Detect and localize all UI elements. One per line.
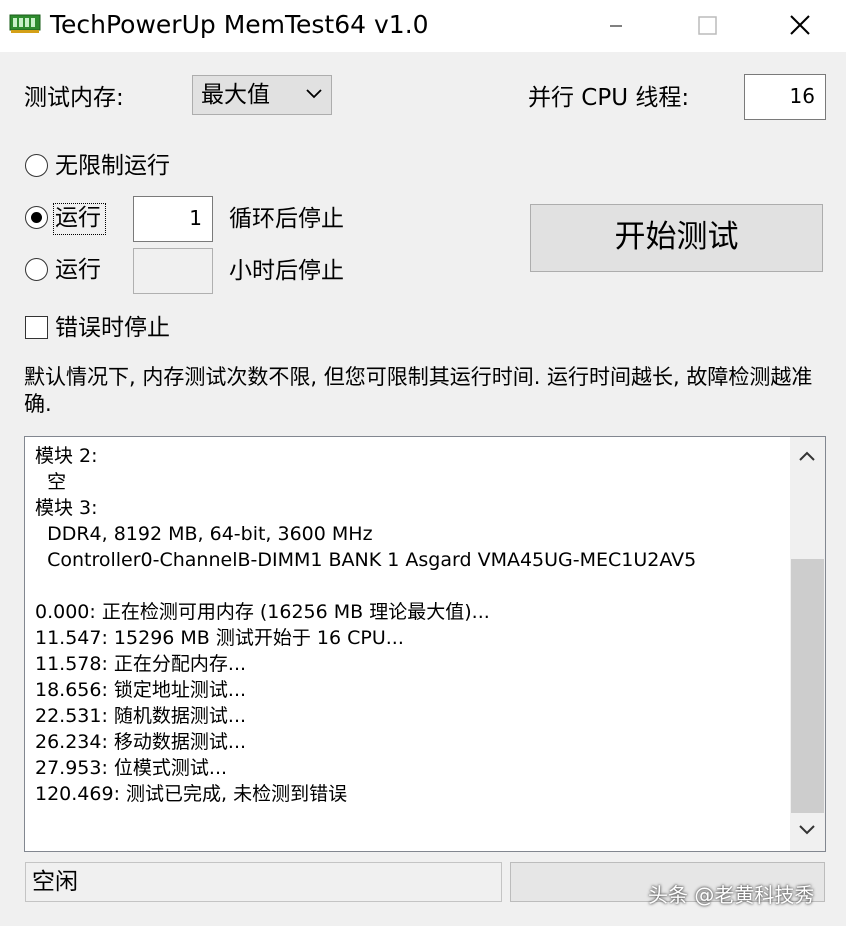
watermark: 头条 @老黄科技秀 (648, 883, 815, 907)
status-field: 空闲 (25, 862, 502, 902)
cpu-threads-input[interactable]: 16 (744, 74, 826, 120)
close-button[interactable] (754, 0, 846, 52)
description-text: 默认情况下, 内存测试次数不限, 但您可限制其运行时间. 运行时间越长, 故障检… (24, 365, 813, 416)
log-lines: 模块 2: 空模块 3: DDR4, 8192 MB, 64-bit, 3600… (35, 443, 785, 807)
run-hours-radio[interactable] (25, 258, 48, 281)
chevron-down-icon (799, 825, 815, 835)
vertical-scrollbar[interactable] (790, 437, 825, 851)
log-line: 0.000: 正在检测可用内存 (16256 MB 理论最大值)... (35, 601, 490, 623)
unlimited-run-label: 无限制运行 (55, 153, 170, 179)
memory-module-icon (9, 14, 41, 33)
memory-amount-select[interactable]: 最大值 (192, 75, 332, 115)
memory-select-value: 最大值 (201, 82, 270, 108)
maximize-button[interactable] (662, 0, 754, 52)
run-cycles-label: 运行 (55, 205, 101, 231)
scroll-thumb[interactable] (791, 559, 824, 813)
hours-input[interactable] (133, 248, 213, 294)
log-line: 27.953: 位模式测试... (35, 757, 228, 779)
log-output[interactable]: 模块 2: 空模块 3: DDR4, 8192 MB, 64-bit, 3600… (24, 436, 826, 852)
run-cycles-radio[interactable] (25, 206, 48, 229)
log-line: 120.469: 测试已完成, 未检测到错误 (35, 783, 348, 805)
close-icon (790, 15, 810, 35)
log-line: 模块 3: (35, 497, 98, 519)
chevron-up-icon (799, 451, 815, 461)
log-line: DDR4, 8192 MB, 64-bit, 3600 MHz (35, 523, 373, 545)
unlimited-run-radio[interactable] (25, 154, 48, 177)
log-line: 11.547: 15296 MB 测试开始于 16 CPU... (35, 627, 404, 649)
log-line: 11.578: 正在分配内存... (35, 653, 247, 675)
minimize-icon (610, 25, 622, 27)
log-line: 26.234: 移动数据测试... (35, 731, 247, 753)
log-line: 模块 2: (35, 445, 98, 467)
maximize-icon (698, 16, 717, 35)
window-title: TechPowerUp MemTest64 v1.0 (50, 10, 429, 39)
hours-suffix-label: 小时后停止 (229, 258, 344, 284)
minimize-button[interactable] (570, 0, 662, 52)
cycles-suffix-label: 循环后停止 (229, 206, 344, 232)
stop-on-error-label: 错误时停止 (55, 315, 170, 341)
test-memory-label: 测试内存: (24, 85, 124, 111)
log-line: 18.656: 锁定地址测试... (35, 679, 247, 701)
cpu-threads-label: 并行 CPU 线程: (528, 85, 690, 111)
scroll-up-button[interactable] (790, 437, 825, 477)
log-line: Controller0-ChannelB-DIMM1 BANK 1 Asgard… (35, 549, 697, 571)
chevron-down-icon (306, 89, 322, 99)
run-hours-label: 运行 (55, 257, 101, 283)
log-line: 22.531: 随机数据测试... (35, 705, 247, 727)
cycles-input[interactable]: 1 (133, 196, 213, 242)
title-bar: TechPowerUp MemTest64 v1.0 (0, 0, 846, 52)
stop-on-error-checkbox[interactable] (25, 316, 48, 339)
start-test-button[interactable]: 开始测试 (530, 204, 823, 272)
log-line: 空 (35, 471, 67, 493)
scroll-down-button[interactable] (790, 811, 825, 851)
status-text: 空闲 (32, 869, 78, 895)
